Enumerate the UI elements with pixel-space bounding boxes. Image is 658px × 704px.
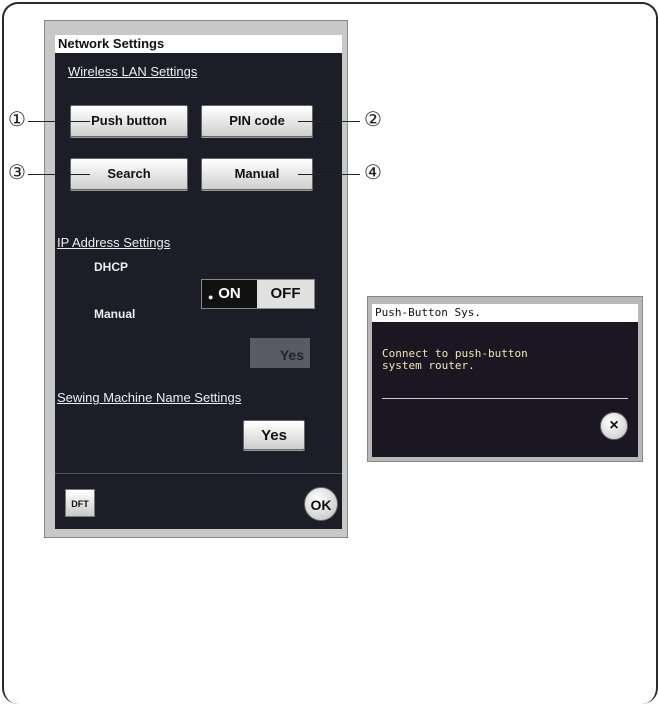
panel-content: Wireless LAN Settings Push button PIN co… [55,53,342,529]
dhcp-toggle[interactable]: ● ON OFF [201,279,315,309]
selected-indicator-icon: ● [208,292,214,302]
machine-name-yes-button[interactable]: Yes [243,420,305,450]
ip-address-section-title: IP Address Settings [57,235,171,250]
divider [55,473,342,474]
ok-button[interactable]: OK [304,487,338,521]
dialog-divider [382,398,628,399]
callout-leader-2 [298,121,360,122]
dialog-body: Connect to push-button system router. × [372,322,638,457]
dialog-message-line-2: system router. [382,359,475,372]
callout-1: ① [8,109,26,131]
manual-ip-yes-button[interactable]: Yes [250,338,310,368]
panel-title: Network Settings [55,35,342,53]
pin-code-button[interactable]: PIN code [201,105,313,137]
callout-leader-1 [28,121,90,122]
close-icon[interactable]: × [600,412,628,440]
machine-name-section-title: Sewing Machine Name Settings [57,390,242,405]
wireless-lan-section-title: Wireless LAN Settings [68,64,198,79]
manual-button[interactable]: Manual [201,158,313,190]
dialog-message: Connect to push-button system router. [382,348,622,372]
network-settings-panel: Network Settings Wireless LAN Settings P… [44,20,348,538]
callout-3: ③ [8,162,26,184]
manual-ip-label: Manual [94,307,136,321]
dft-button[interactable]: DFT [65,489,95,517]
callout-2: ② [364,109,382,131]
push-button-dialog: Push-Button Sys. Connect to push-button … [367,296,643,462]
dhcp-off-option[interactable]: OFF [257,280,314,308]
callout-4: ④ [364,162,382,184]
callout-leader-3 [28,174,90,175]
callout-leader-4 [298,174,360,175]
dhcp-label: DHCP [94,260,129,274]
dhcp-on-option[interactable]: ● ON [202,280,257,308]
dialog-title: Push-Button Sys. [372,304,638,322]
